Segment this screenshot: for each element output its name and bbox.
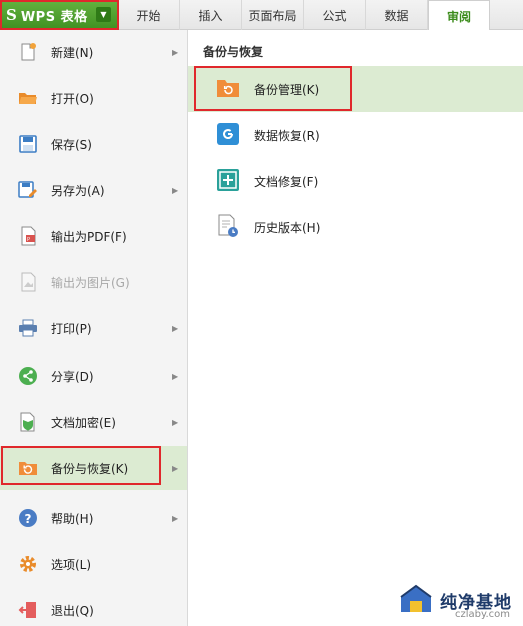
menu-item-label: 打印(P): [51, 321, 92, 336]
menu-item-save-as[interactable]: 另存为(A) ▶: [0, 168, 187, 212]
svg-text:?: ?: [25, 512, 32, 526]
menu-item-label: 选项(L): [51, 557, 92, 572]
menu-item-label: 文档加密(E): [51, 415, 116, 430]
menu-item-export-pdf[interactable]: P 输出为PDF(F): [0, 214, 187, 258]
history-version-icon: [216, 214, 240, 238]
menu-item-label: 输出为图片(G): [51, 275, 130, 290]
tab-page-layout[interactable]: 页面布局: [242, 0, 304, 30]
app-name: WPS 表格: [20, 9, 88, 25]
share-icon: [18, 366, 38, 386]
backup-manage-icon: [216, 76, 240, 100]
menu-item-label: 保存(S): [51, 137, 92, 152]
help-icon: ?: [18, 508, 38, 528]
submenu-arrow-icon: ▶: [172, 185, 179, 195]
menu-item-help[interactable]: ? 帮助(H) ▶: [0, 496, 187, 540]
menu-item-backup-restore[interactable]: 备份与恢复(K) ▶: [0, 446, 187, 490]
save-icon: [18, 134, 38, 154]
menu-item-encrypt[interactable]: 文档加密(E) ▶: [0, 400, 187, 444]
options-gear-icon: [18, 554, 38, 574]
save-as-icon: [18, 180, 38, 200]
data-recovery-icon: [216, 122, 240, 146]
panel-item-doc-repair[interactable]: 文档修复(F): [188, 158, 523, 204]
print-icon: [18, 318, 38, 338]
wps-logo: S: [6, 6, 17, 24]
panel-item-label: 历史版本(H): [254, 221, 321, 235]
panel-item-label: 备份管理(K): [254, 83, 320, 97]
encrypt-icon: [18, 412, 38, 432]
menu-item-label: 输出为PDF(F): [51, 229, 127, 244]
panel-item-backup-manage[interactable]: 备份管理(K): [188, 66, 523, 112]
image-export-icon: [18, 272, 38, 292]
pdf-icon: P: [18, 226, 38, 246]
ribbon-tabs: 开始 插入 页面布局 公式 数据 审阅: [118, 0, 490, 31]
doc-repair-icon: [216, 168, 240, 192]
submenu-arrow-icon: ▶: [172, 323, 179, 333]
submenu-arrow-icon: ▶: [172, 47, 179, 57]
file-menu: 新建(N) ▶ 打开(O) 保存(S) 另存为(A) ▶ P 输出为PDF(F)…: [0, 30, 188, 626]
panel-title: 备份与恢复: [203, 45, 264, 59]
watermark-logo-icon: [398, 583, 434, 618]
menu-item-new[interactable]: 新建(N) ▶: [0, 30, 187, 74]
menu-item-print[interactable]: 打印(P) ▶: [0, 306, 187, 350]
app-menu-button[interactable]: S WPS 表格 ▼: [0, 0, 118, 30]
dropdown-arrow-icon[interactable]: ▼: [96, 7, 111, 22]
panel-item-label: 文档修复(F): [254, 175, 319, 189]
new-file-icon: [18, 42, 38, 62]
backup-icon: [18, 458, 38, 478]
menu-item-label: 退出(Q): [51, 603, 94, 618]
menu-item-label: 打开(O): [51, 91, 94, 106]
submenu-arrow-icon: ▶: [172, 371, 179, 381]
exit-icon: [18, 600, 38, 620]
menu-item-label: 另存为(A): [51, 183, 105, 198]
menu-item-exit[interactable]: 退出(Q): [0, 588, 187, 626]
menu-item-options[interactable]: 选项(L): [0, 542, 187, 586]
submenu-arrow-icon: ▶: [172, 513, 179, 523]
tab-review[interactable]: 审阅: [428, 0, 490, 31]
menu-item-label: 新建(N): [51, 45, 94, 60]
menu-item-save[interactable]: 保存(S): [0, 122, 187, 166]
menu-item-label: 分享(D): [51, 369, 94, 384]
backup-restore-panel: 备份与恢复 备份管理(K) 数据恢复(R) 文档修复(F) 历史版本(H): [188, 30, 523, 626]
tab-insert[interactable]: 插入: [180, 0, 242, 30]
menu-item-share[interactable]: 分享(D) ▶: [0, 354, 187, 398]
menu-item-label: 帮助(H): [51, 511, 94, 526]
submenu-arrow-icon: ▶: [172, 417, 179, 427]
submenu-arrow-icon: ▶: [172, 463, 179, 473]
tab-start[interactable]: 开始: [118, 0, 180, 30]
tab-data[interactable]: 数据: [366, 0, 428, 30]
tab-formula[interactable]: 公式: [304, 0, 366, 30]
menu-item-open[interactable]: 打开(O): [0, 76, 187, 120]
panel-item-data-recovery[interactable]: 数据恢复(R): [188, 112, 523, 158]
panel-item-history-version[interactable]: 历史版本(H): [188, 204, 523, 250]
svg-text:P: P: [27, 237, 30, 243]
panel-item-label: 数据恢复(R): [254, 129, 320, 143]
menu-item-export-image: 输出为图片(G): [0, 260, 187, 304]
watermark-url: czlaby.com: [455, 609, 511, 620]
open-folder-icon: [18, 88, 38, 108]
title-bar: S WPS 表格 ▼ 开始 插入 页面布局 公式 数据 审阅: [0, 0, 523, 31]
menu-item-label: 备份与恢复(K): [51, 461, 129, 476]
